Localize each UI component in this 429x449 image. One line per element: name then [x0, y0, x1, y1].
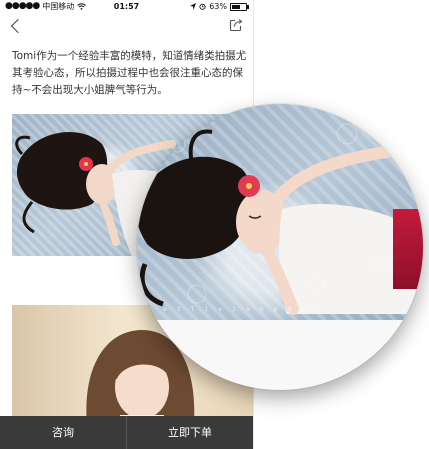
- battery-percent: 63%: [209, 2, 227, 11]
- bottom-action-bar: 咨询 立即下单: [0, 416, 253, 449]
- zoom-magnifier: o t l i v i s n p g u n: [137, 104, 423, 390]
- red-fabric: [393, 209, 423, 289]
- zoom-blank-area: [137, 320, 423, 390]
- description-text: Tomi作为一个经验丰富的模特，知道情绪类拍摄尤其考验心态，所以拍摄过程中也会很…: [12, 50, 247, 96]
- order-now-button[interactable]: 立即下单: [127, 416, 253, 449]
- battery-icon: [230, 2, 249, 11]
- status-bar: ●●●●● 中国移动 01:57 63%: [0, 0, 253, 13]
- location-icon: [190, 3, 197, 10]
- watermark-text: o t l i v i s n p g u n: [163, 305, 323, 313]
- consult-button[interactable]: 咨询: [0, 416, 127, 449]
- nav-bar: [0, 13, 253, 41]
- share-icon[interactable]: [229, 18, 243, 32]
- alarm-icon: [199, 3, 206, 10]
- back-chevron-icon[interactable]: [10, 18, 26, 34]
